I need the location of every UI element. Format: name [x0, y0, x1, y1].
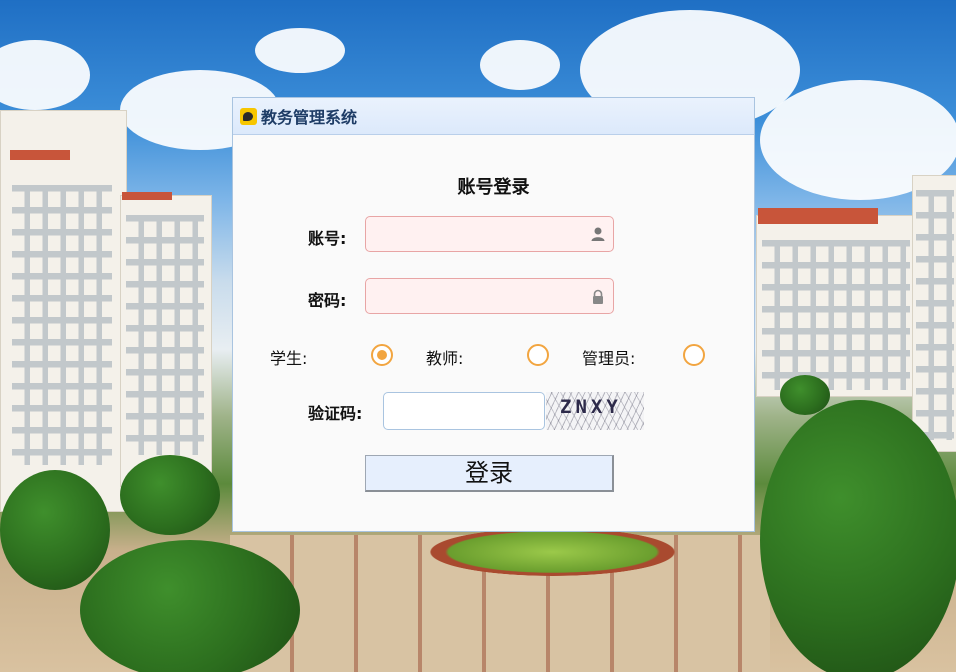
captcha-image[interactable]: ZNXY	[546, 392, 644, 430]
right-building-windows	[762, 240, 910, 390]
far-right-building-windows	[916, 190, 954, 440]
left-building-roof	[10, 150, 70, 160]
captcha-label: 验证码:	[308, 404, 363, 423]
form-heading: 账号登录	[457, 177, 530, 198]
captcha-text: ZNXY	[560, 396, 622, 418]
role-label-admin: 管理员:	[582, 349, 636, 368]
login-button[interactable]: 登录	[365, 455, 614, 492]
cloud	[255, 28, 345, 73]
right-building-roof	[758, 208, 878, 224]
radio-student[interactable]	[371, 344, 393, 366]
radio-admin[interactable]	[683, 344, 705, 366]
tree	[120, 455, 220, 535]
tree	[80, 540, 300, 672]
dialog-titlebar: 教务管理系统	[233, 98, 754, 135]
left-wing-windows	[126, 215, 204, 455]
login-dialog: 教务管理系统 账号登录 账号: 密码: 学生: 教师: 管理员: 验证码: ZN…	[232, 97, 755, 532]
dialog-title: 教务管理系统	[261, 108, 358, 127]
flowerbed	[430, 528, 675, 576]
password-label: 密码:	[308, 291, 347, 310]
cloud	[0, 40, 90, 110]
tree	[760, 400, 956, 672]
left-wing-roof	[122, 192, 172, 200]
user-icon	[590, 226, 606, 242]
captcha-input[interactable]	[383, 392, 545, 430]
app-logo-icon	[240, 107, 257, 125]
role-label-teacher: 教师:	[426, 349, 464, 368]
tree	[0, 470, 110, 590]
lock-icon	[590, 289, 606, 305]
cloud	[480, 40, 560, 90]
tree	[780, 375, 830, 415]
radio-teacher[interactable]	[527, 344, 549, 366]
account-input[interactable]	[365, 216, 614, 252]
account-label: 账号:	[308, 229, 347, 248]
password-input[interactable]	[365, 278, 614, 314]
role-label-student: 学生:	[270, 349, 308, 368]
left-building-windows	[12, 185, 112, 465]
